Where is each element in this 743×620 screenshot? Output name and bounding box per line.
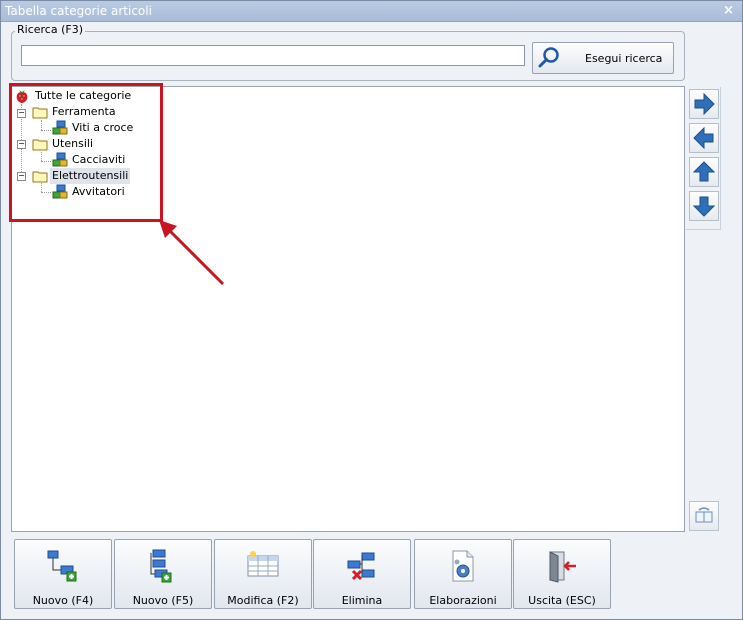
arrow-left-icon xyxy=(693,127,714,149)
strawberry-icon xyxy=(15,88,29,109)
tree-node-label: Elettroutensili xyxy=(50,168,131,184)
tree-connector xyxy=(41,161,51,162)
delete-button[interactable]: Elimina xyxy=(313,539,411,609)
search-button-label: Esegui ricerca xyxy=(585,52,663,65)
arrow-right-icon xyxy=(694,93,715,115)
action-label: Modifica (F2) xyxy=(227,594,299,607)
edit-table-icon xyxy=(245,548,281,587)
move-left-button[interactable] xyxy=(689,123,719,153)
tree-connector xyxy=(41,192,51,193)
move-right-button[interactable] xyxy=(689,89,719,119)
action-bar: Nuovo (F4) Nuovo (F5) Modifica (F2) Elim… xyxy=(11,537,731,611)
move-down-button[interactable] xyxy=(689,191,719,221)
swap-pages-icon xyxy=(695,507,713,523)
tree-expander[interactable]: − xyxy=(17,140,26,149)
search-group-label: Ricerca (F3) xyxy=(15,23,85,36)
tree-leaf-label: Viti a croce xyxy=(72,121,134,134)
app-window: Tabella categorie articoli × Ricerca (F3… xyxy=(0,0,743,620)
tree-leaf-label: Cacciaviti xyxy=(72,153,126,166)
arrow-down-icon xyxy=(693,196,715,217)
action-label: Elaborazioni xyxy=(429,594,497,607)
close-button[interactable]: × xyxy=(723,3,734,18)
processing-gear-icon xyxy=(445,548,481,587)
tree-expander[interactable]: − xyxy=(17,172,26,181)
new-sibling-icon xyxy=(45,548,81,587)
folder-icon xyxy=(32,104,48,125)
category-blocks-icon xyxy=(52,184,68,205)
tree-node-label: Ferramenta xyxy=(52,105,116,118)
action-label: Nuovo (F5) xyxy=(132,594,194,607)
folder-icon xyxy=(32,136,48,157)
category-tree[interactable]: Tutte le categorie − Ferramenta Viti a c… xyxy=(11,86,685,532)
tree-node-label: Utensili xyxy=(52,137,94,150)
delete-node-icon xyxy=(344,548,380,587)
window-title: Tabella categorie articoli xyxy=(5,4,152,18)
tree-leaf-label: Avvitatori xyxy=(72,185,125,198)
refresh-tree-button[interactable] xyxy=(689,501,719,531)
action-label: Nuovo (F4) xyxy=(32,594,94,607)
search-input[interactable] xyxy=(21,45,525,66)
arrow-up-icon xyxy=(693,161,715,182)
processing-button[interactable]: Elaborazioni xyxy=(414,539,512,609)
action-label: Elimina xyxy=(341,594,383,607)
move-up-button[interactable] xyxy=(689,157,719,187)
action-label: Uscita (ESC) xyxy=(528,594,596,607)
annotation-arrow-icon xyxy=(159,220,225,286)
exit-door-icon xyxy=(544,548,580,587)
folder-icon xyxy=(32,168,48,189)
new-child-icon xyxy=(145,548,181,587)
search-button[interactable]: Esegui ricerca xyxy=(532,42,674,74)
edit-f2-button[interactable]: Modifica (F2) xyxy=(214,539,312,609)
new-f4-button[interactable]: Nuovo (F4) xyxy=(14,539,112,609)
tree-expander[interactable]: − xyxy=(17,109,26,118)
title-bar[interactable]: Tabella categorie articoli × xyxy=(1,1,742,22)
new-f5-button[interactable]: Nuovo (F5) xyxy=(114,539,212,609)
tree-connector xyxy=(41,130,51,131)
magnifier-icon xyxy=(537,46,561,73)
exit-esc-button[interactable]: Uscita (ESC) xyxy=(513,539,611,609)
side-toolbar xyxy=(686,87,721,230)
tree-root-label: Tutte le categorie xyxy=(35,89,132,102)
